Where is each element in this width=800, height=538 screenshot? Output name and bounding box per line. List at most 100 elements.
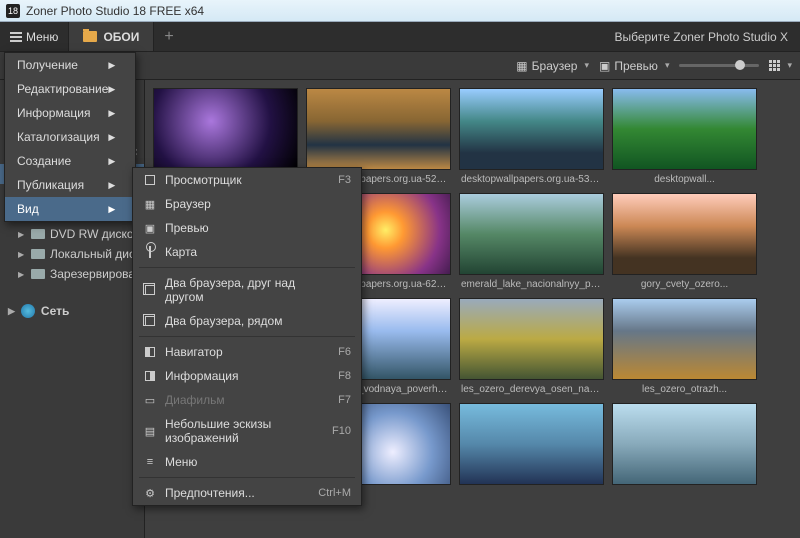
tab-label: ОБОИ xyxy=(103,30,139,44)
browser-mode-button[interactable]: ▦ Браузер xyxy=(516,59,589,73)
thumbnail-label: les_ozero_derevya_osen_nacion... xyxy=(459,380,604,399)
submenu-item[interactable]: Карта xyxy=(133,240,361,264)
tree-item-label: Локальный дис xyxy=(50,247,135,261)
grid-icon: ▦ xyxy=(516,59,527,73)
film-icon: ▭ xyxy=(143,393,157,407)
submenu-item[interactable]: ▦ Браузер xyxy=(133,192,361,216)
app-title: Zoner Photo Studio 18 FREE x64 xyxy=(26,4,204,18)
tree-item-label: DVD RW дисков xyxy=(50,227,140,241)
submenu-item-label: Небольшие эскизы изображений xyxy=(165,417,299,445)
separator xyxy=(139,267,355,268)
info-icon xyxy=(143,369,157,383)
layout-grid-icon xyxy=(769,60,780,71)
menu-icon: ≡ xyxy=(143,455,157,469)
submenu-item[interactable]: ▤Небольшие эскизы изображенийF10 xyxy=(133,412,361,450)
thumbnail-label: desktopwallpapers.org.ua-5367... xyxy=(459,170,604,189)
thumbnail-image xyxy=(459,193,604,275)
preview-mode-button[interactable]: ▣ Превью xyxy=(599,59,669,73)
view-submenu-panel: ПросмотрщикF3 ▦ Браузер ▣Превью Карта Два бра… xyxy=(132,167,362,506)
thumbnail-item[interactable] xyxy=(459,403,604,493)
preview-icon: ▣ xyxy=(143,221,157,235)
browser-icon: ▦ xyxy=(143,197,157,211)
submenu-item[interactable]: ПросмотрщикF3 xyxy=(133,168,361,192)
thumbnail-item[interactable]: les_ozero_derevya_osen_nacion... xyxy=(459,298,604,399)
slider-thumb[interactable] xyxy=(735,60,745,70)
image-icon: ▣ xyxy=(599,59,610,73)
thumbnail-image xyxy=(612,298,757,380)
menu-item[interactable]: Создание▶ xyxy=(5,149,135,173)
new-tab-button[interactable]: + xyxy=(154,28,183,46)
menu-item[interactable]: Редактирование▶ xyxy=(5,77,135,101)
submenu-item[interactable]: ИнформацияF8 xyxy=(133,364,361,388)
network-section[interactable]: ▶ Сеть xyxy=(0,300,144,322)
submenu-item-shortcut: F3 xyxy=(307,174,351,186)
thumbnail-item[interactable]: gory_cvety_ozero... xyxy=(612,193,757,294)
menu-item-label: Получение xyxy=(17,58,78,72)
submenu-item-label: Диафильм xyxy=(165,393,299,407)
chevron-right-icon: ▶ xyxy=(18,230,26,239)
drive-icon xyxy=(31,229,45,239)
submenu-item-shortcut: F7 xyxy=(307,394,351,406)
chevron-right-icon: ▶ xyxy=(8,306,15,317)
thumbnail-image xyxy=(612,88,757,170)
thumbnail-image xyxy=(153,88,298,170)
chevron-right-icon: ▶ xyxy=(108,108,115,119)
menu-item[interactable]: Информация ▶ xyxy=(5,101,135,125)
chevron-right-icon: ▶ xyxy=(108,204,115,215)
menu-item-label: Публикация xyxy=(17,178,84,192)
chevron-right-icon: ▶ xyxy=(108,180,115,191)
submenu-item[interactable]: Два браузера, рядом xyxy=(133,309,361,333)
tree-item[interactable]: ▶Локальный дис xyxy=(0,244,144,264)
submenu-item-label: Браузер xyxy=(165,197,299,211)
pin-icon xyxy=(143,245,157,259)
menu-item[interactable]: Публикация ▶ xyxy=(5,173,135,197)
submenu-item-shortcut: F6 xyxy=(307,346,351,358)
thumbnail-label: les_ozero_otrazh... xyxy=(612,380,757,399)
thumbnail-image xyxy=(459,88,604,170)
thumbnail-size-slider[interactable] xyxy=(679,64,759,67)
thumbnail-item[interactable]: desktopwallpapers.org.ua-5367... xyxy=(459,88,604,189)
submenu-item-label: Навигатор xyxy=(165,345,299,359)
submenu-item-label: Карта xyxy=(165,245,299,259)
submenu-item[interactable]: Два браузера, друг над другом xyxy=(133,271,361,309)
thumbnail-image xyxy=(459,403,604,485)
thumbnail-item[interactable]: les_ozero_otrazh... xyxy=(612,298,757,399)
thumbnail-item[interactable]: desktopwall... xyxy=(612,88,757,189)
thumbnail-item[interactable] xyxy=(612,403,757,493)
submenu-item[interactable]: Навигатор F6 xyxy=(133,340,361,364)
chevron-right-icon: ▶ xyxy=(108,60,115,71)
submenu-item-label: Меню xyxy=(165,455,299,469)
submenu-item-label: Два браузера, друг над другом xyxy=(165,276,299,304)
promo-link[interactable]: Выберите Zoner Photo Studio X xyxy=(614,30,800,44)
thumbnail-label: gory_cvety_ozero... xyxy=(612,275,757,294)
thumbnail-image xyxy=(459,298,604,380)
globe-icon xyxy=(21,304,35,318)
thumbnail-item[interactable]: emerald_lake_nacionalnyy_park... xyxy=(459,193,604,294)
menu-item-label: Каталогизация xyxy=(17,130,100,144)
drive-icon xyxy=(31,249,45,259)
submenu-item[interactable]: ▣Превью xyxy=(133,216,361,240)
menu-item[interactable]: Получение ▶ xyxy=(5,53,135,77)
thumbnail-image xyxy=(612,193,757,275)
folder-icon xyxy=(83,31,97,42)
menu-item-label: Информация xyxy=(17,106,90,120)
viewer-icon xyxy=(143,173,157,187)
thumbnail-image xyxy=(306,88,451,170)
layout-button[interactable] xyxy=(769,60,792,71)
tab-oboi[interactable]: ОБОИ xyxy=(68,22,154,51)
drive-icon xyxy=(31,269,45,279)
tree-item[interactable]: ▶Зарезервирова xyxy=(0,264,144,284)
browser-label: Браузер xyxy=(532,59,578,73)
submenu-item[interactable]: ≡ Меню xyxy=(133,450,361,474)
network-label: Сеть xyxy=(41,304,69,318)
tab-row: Меню ОБОИ + Выберите Zoner Photo Studio … xyxy=(0,22,800,52)
menu-item[interactable]: Каталогизация▶ xyxy=(5,125,135,149)
submenu-item[interactable]: ⚙Предпочтения...Ctrl+M xyxy=(133,481,361,505)
preview-label: Превью xyxy=(614,59,658,73)
tree-item[interactable]: ▶ DVD RW дисков xyxy=(0,224,144,244)
main-menu-button[interactable]: Меню xyxy=(0,22,68,51)
submenu-item-shortcut: F8 xyxy=(307,370,351,382)
menu-item[interactable]: Вид▶ xyxy=(5,197,135,221)
main-menu-panel: Получение ▶ Редактирование▶ Информация ▶ Ката… xyxy=(4,52,136,222)
thumbnail-image xyxy=(612,403,757,485)
